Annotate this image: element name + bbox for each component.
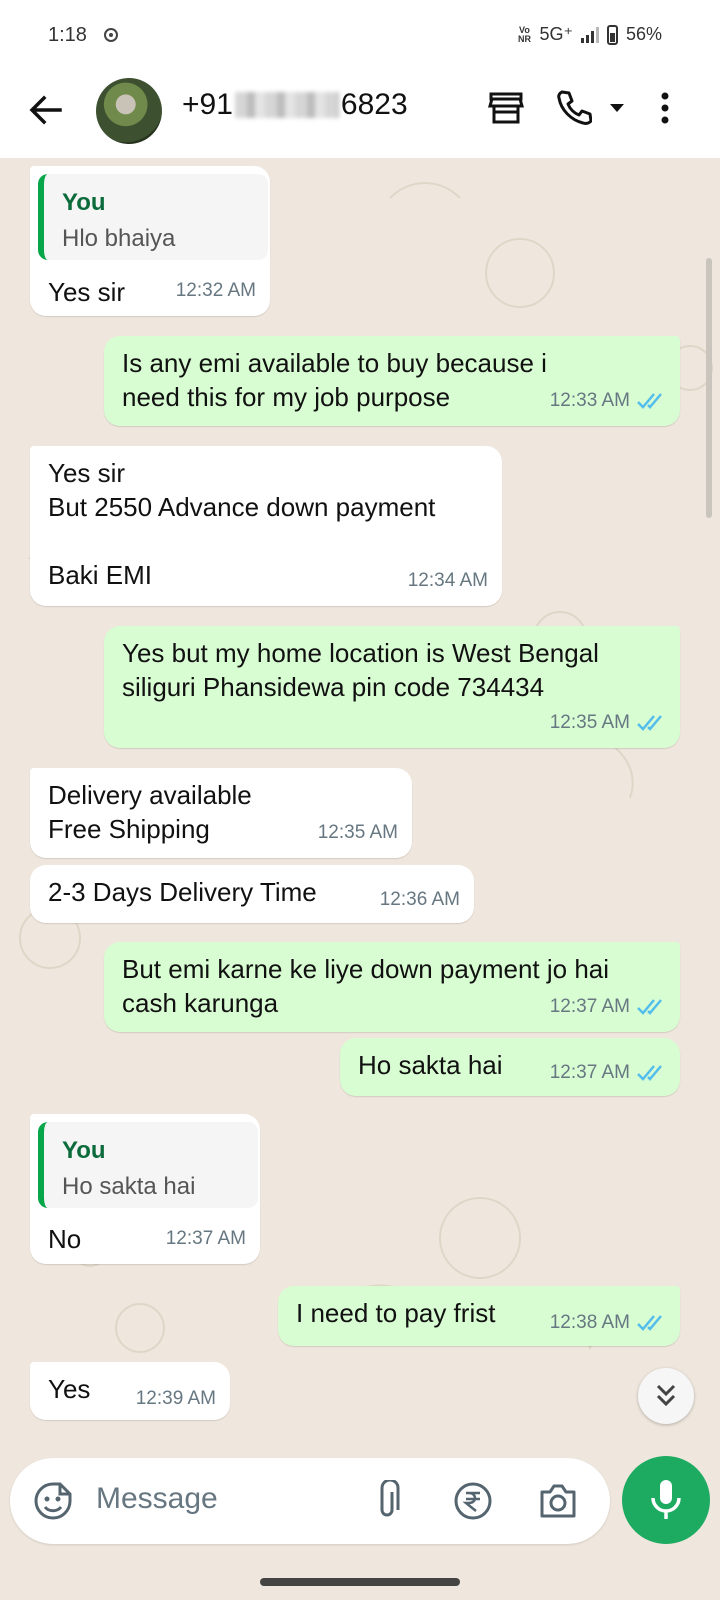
time-label: 12:33 AM: [549, 390, 630, 411]
phone-call-icon[interactable]: [554, 88, 592, 128]
business-catalog-icon[interactable]: [488, 88, 524, 128]
status-time: 1:18: [48, 24, 87, 46]
message-incoming[interactable]: Delivery available Free Shipping 12:35 A…: [30, 768, 412, 858]
time-label: 12:37 AM: [165, 1228, 246, 1249]
message-text: No: [48, 1224, 82, 1254]
message-outgoing[interactable]: Is any emi available to buy because i ne…: [104, 336, 680, 426]
time-label: 12:37 AM: [549, 996, 630, 1017]
time-label: 12:35 AM: [549, 712, 630, 733]
double-chevron-down-icon: [656, 1384, 676, 1407]
message-outgoing[interactable]: Ho sakta hai 12:37 AM: [340, 1038, 680, 1096]
time-label: 12:35 AM: [317, 822, 398, 843]
quote-sender: You: [62, 1137, 106, 1164]
double-check-read-icon: [637, 1065, 662, 1081]
back-arrow-icon[interactable]: [26, 90, 66, 130]
message-incoming[interactable]: You Ho sakta hai No 12:37 AM: [30, 1114, 260, 1264]
message-incoming[interactable]: Yes 12:39 AM: [30, 1362, 230, 1420]
call-dropdown-icon[interactable]: [608, 102, 626, 114]
quote-text: Ho sakta hai: [62, 1173, 196, 1200]
message-text: Yes but my home location is West Bengal …: [122, 638, 599, 702]
scrollbar[interactable]: [706, 258, 712, 518]
gesture-nav-handle[interactable]: [260, 1578, 460, 1586]
screen-record-icon: [104, 28, 118, 42]
status-bar: 1:18 Vo NR 5G⁺ 56%: [0, 0, 720, 70]
more-options-icon[interactable]: [658, 88, 672, 128]
attach-icon[interactable]: [372, 1480, 402, 1522]
sticker-icon[interactable]: [32, 1480, 74, 1522]
voice-message-button[interactable]: [622, 1456, 710, 1544]
payment-rupee-icon[interactable]: [452, 1480, 494, 1522]
message-text: But emi karne ke liye down payment jo ha…: [122, 954, 610, 1018]
quote-sender: You: [62, 189, 106, 216]
chat-area[interactable]: You Hlo bhaiya Yes sir 12:32 AM Is any e…: [0, 158, 720, 1440]
quoted-message[interactable]: You Ho sakta hai: [38, 1122, 258, 1208]
message-outgoing[interactable]: Yes but my home location is West Bengal …: [104, 626, 680, 748]
message-text: 2-3 Days Delivery Time: [48, 877, 317, 907]
message-meta: 12:34 AM: [408, 564, 488, 598]
message-text: Yes: [48, 1374, 91, 1404]
message-meta: 12:39 AM: [136, 1382, 216, 1416]
message-meta: 12:35 AM: [318, 816, 398, 850]
message-meta: 12:33 AM: [550, 384, 666, 418]
camera-icon[interactable]: [538, 1482, 578, 1520]
time-label: 12:34 AM: [407, 570, 488, 591]
message-text: Ho sakta hai: [358, 1050, 503, 1080]
message-meta: 12:35 AM: [550, 706, 666, 740]
message-meta: 12:38 AM: [550, 1306, 666, 1340]
quote-text: Hlo bhaiya: [62, 225, 176, 252]
message-outgoing[interactable]: But emi karne ke liye down payment jo ha…: [104, 942, 680, 1032]
time-label: 12:39 AM: [135, 1388, 216, 1409]
network-type: 5G⁺: [539, 24, 573, 44]
message-text: Delivery available Free Shipping: [48, 780, 252, 844]
time-label: 12:38 AM: [549, 1312, 630, 1333]
message-meta: 12:36 AM: [380, 883, 460, 917]
message-text: I need to pay frist: [296, 1298, 496, 1328]
scroll-to-bottom-button[interactable]: [638, 1368, 694, 1424]
message-meta: 12:37 AM: [550, 1056, 666, 1090]
status-icons: Vo NR 5G⁺ 56%: [517, 24, 662, 45]
double-check-read-icon: [637, 715, 662, 731]
message-meta: 12:37 AM: [166, 1222, 246, 1256]
contact-avatar[interactable]: [96, 78, 162, 144]
battery-icon: [606, 24, 618, 45]
battery-level: 56%: [625, 24, 662, 44]
time-label: 12:36 AM: [379, 889, 460, 910]
phone-prefix: +91: [182, 88, 233, 121]
message-incoming[interactable]: Yes sir But 2550 Advance down payment Ba…: [30, 446, 502, 606]
phone-suffix: 6823: [340, 88, 408, 121]
message-incoming[interactable]: 2-3 Days Delivery Time 12:36 AM: [30, 865, 474, 923]
message-time: 12:32 AM: [176, 274, 256, 308]
message-input[interactable]: Message: [96, 1482, 218, 1516]
message-meta: 12:37 AM: [550, 990, 666, 1024]
message-text: Yes sir: [48, 277, 126, 307]
redacted-digits: [234, 92, 339, 118]
double-check-read-icon: [637, 1315, 662, 1331]
volte-indicator: Vo NR: [517, 24, 531, 44]
contact-name[interactable]: +91 6823: [182, 88, 408, 122]
microphone-icon: [651, 1480, 681, 1519]
time-label: 12:32 AM: [175, 280, 256, 301]
message-input-bar[interactable]: Message: [10, 1458, 610, 1544]
chat-header: +91 6823: [0, 70, 720, 158]
message-outgoing[interactable]: I need to pay frist 12:38 AM: [278, 1286, 680, 1346]
double-check-read-icon: [637, 999, 662, 1015]
message-incoming[interactable]: You Hlo bhaiya Yes sir 12:32 AM: [30, 166, 270, 316]
message-text: Is any emi available to buy because i ne…: [122, 348, 547, 412]
message-text: Yes sir But 2550 Advance down payment Ba…: [48, 458, 436, 590]
signal-icon: [580, 26, 599, 43]
double-check-read-icon: [637, 393, 662, 409]
quoted-message[interactable]: You Hlo bhaiya: [38, 174, 268, 260]
time-label: 12:37 AM: [549, 1062, 630, 1083]
